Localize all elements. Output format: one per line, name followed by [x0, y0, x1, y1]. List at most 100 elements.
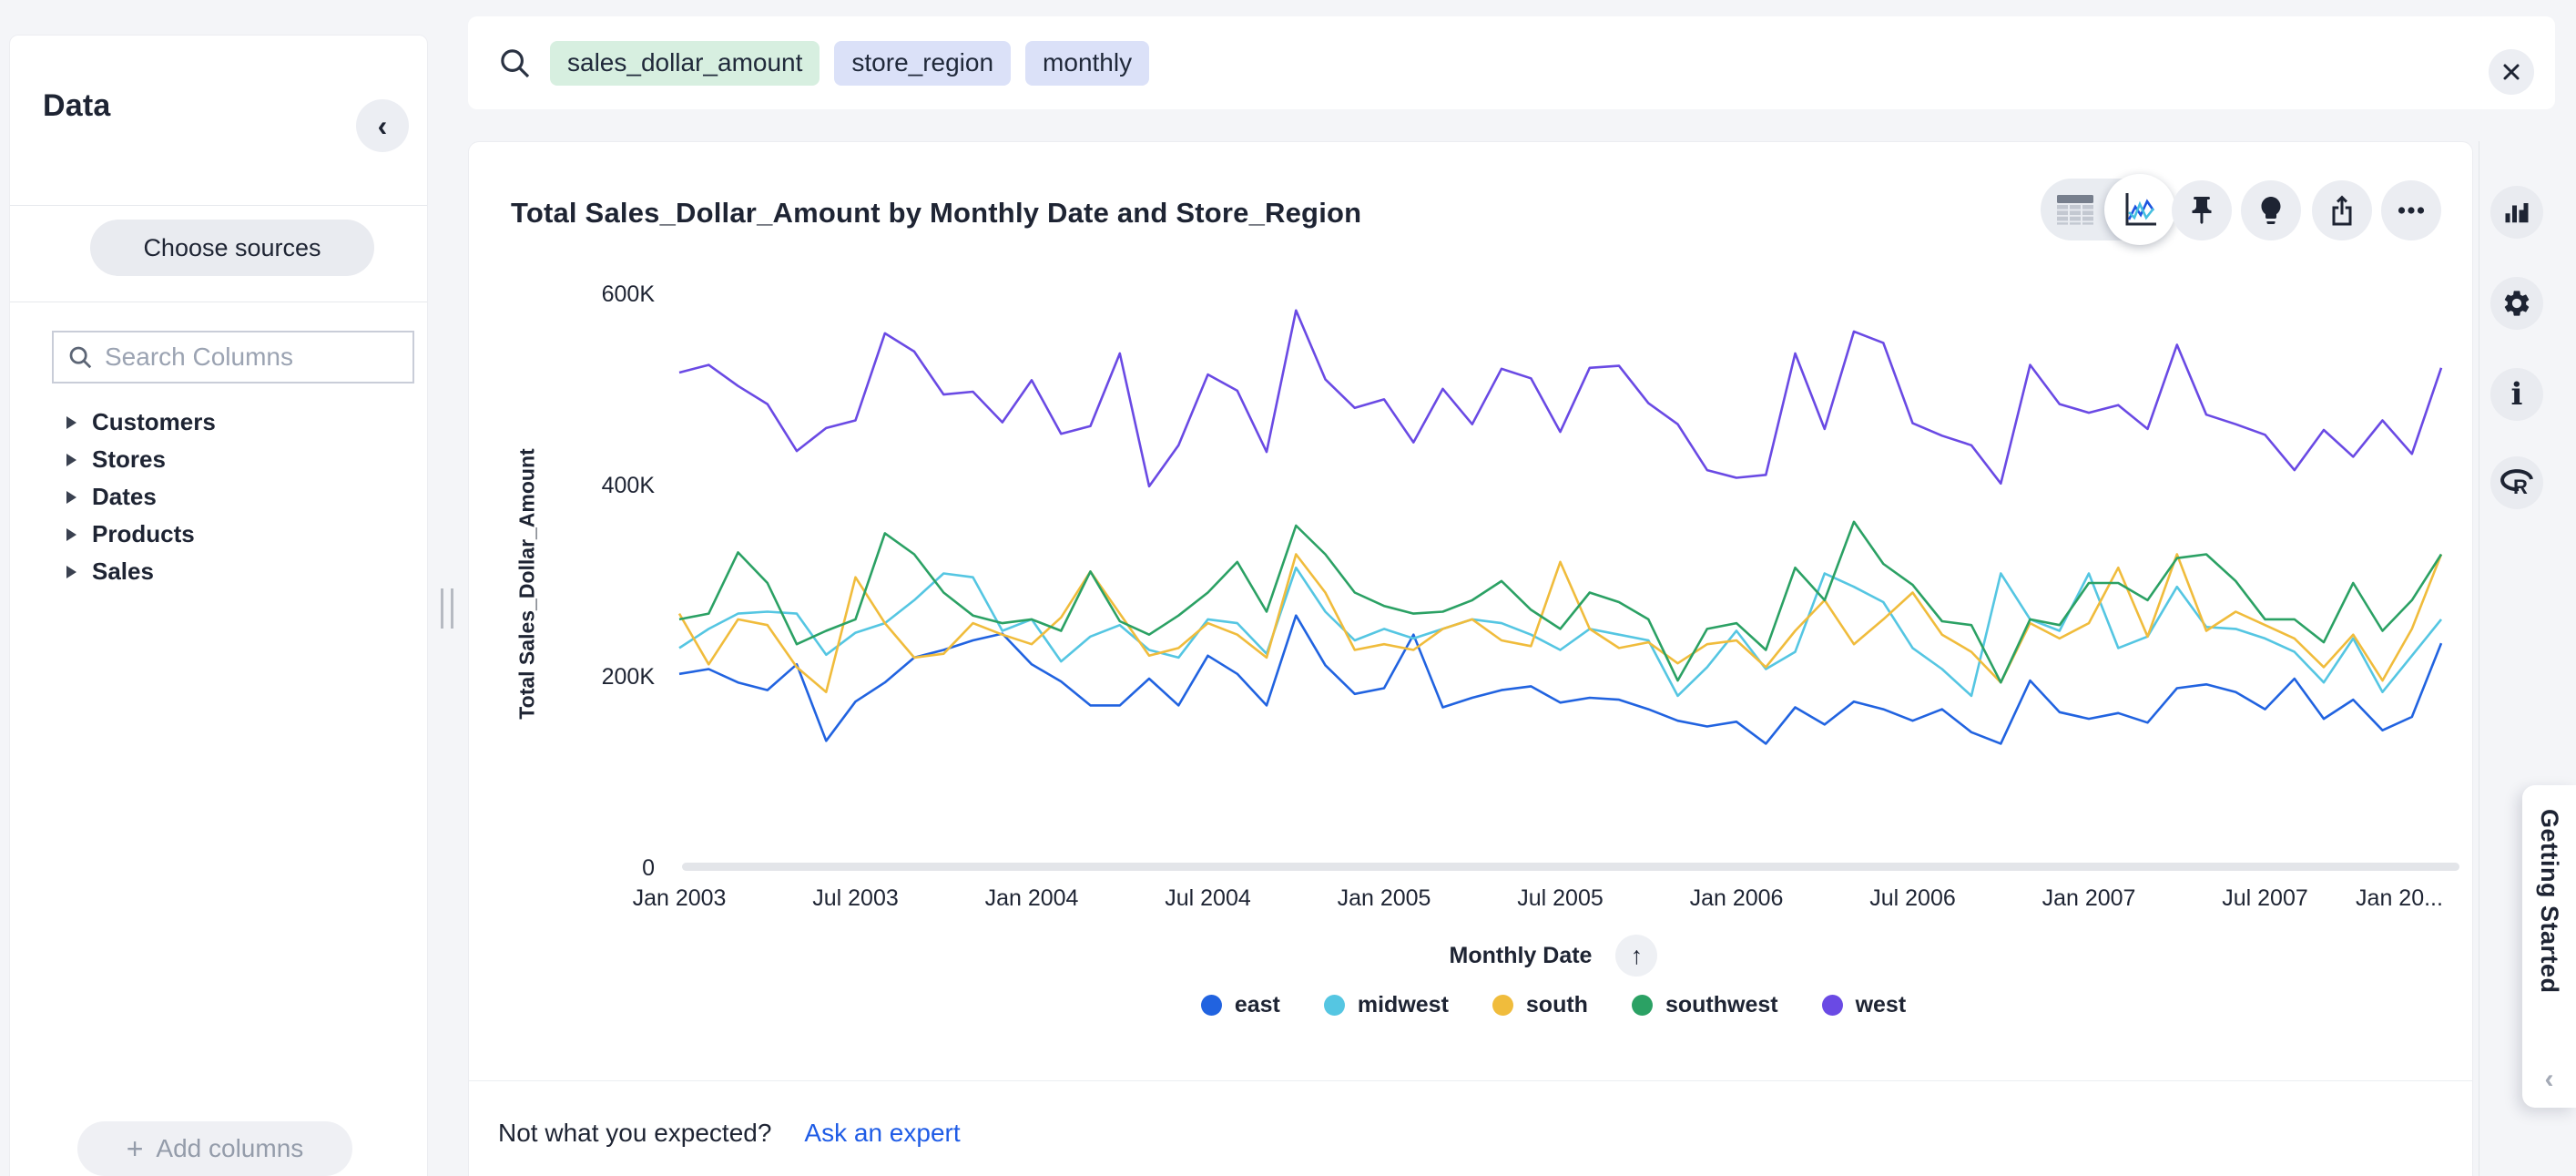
view-toggle: [2041, 179, 2166, 240]
legend-dot-icon: [1324, 995, 1345, 1016]
series-line-midwest[interactable]: [679, 568, 2441, 696]
x-axis-label-row: Monthly Date ↑: [638, 933, 2469, 978]
sidebar-item-sales[interactable]: Sales: [10, 553, 427, 590]
plus-icon: +: [127, 1134, 144, 1163]
x-tick-label: Jan 20...: [2308, 885, 2490, 912]
footer-question: Not what you expected?: [498, 1119, 771, 1148]
legend-label: southwest: [1665, 992, 1778, 1018]
arrow-up-icon: ↑: [1631, 942, 1644, 970]
legend-dot-icon: [1822, 995, 1843, 1016]
expand-caret-icon[interactable]: [66, 566, 76, 578]
gear-icon: [2501, 288, 2532, 319]
chart-legend: east midwest south southwest west: [638, 984, 2469, 1026]
column-search-input[interactable]: [105, 343, 433, 372]
search-icon: [66, 343, 94, 371]
close-search-button[interactable]: [2489, 49, 2534, 95]
chart-view-icon: [2121, 190, 2159, 229]
chart-config-button[interactable]: [2490, 186, 2543, 239]
legend-dot-icon: [1201, 995, 1222, 1016]
table-view-icon: [2056, 194, 2094, 225]
choose-sources-button[interactable]: Choose sources: [90, 220, 374, 276]
panel-resize-handle[interactable]: [441, 588, 453, 629]
lightbulb-icon: [2255, 194, 2287, 227]
legend-item-southwest[interactable]: southwest: [1632, 992, 1778, 1018]
answer-card: Total Sales_Dollar_Amount by Monthly Dat…: [468, 141, 2473, 1176]
close-icon: [2501, 62, 2521, 82]
table-view-button[interactable]: [2050, 191, 2101, 228]
chevron-left-icon: ‹: [378, 109, 388, 143]
column-tree: Customers Stores Dates Products Sales: [10, 404, 427, 590]
expand-caret-icon[interactable]: [66, 454, 76, 466]
search-token-sales_dollar_amount[interactable]: sales_dollar_amount: [550, 41, 820, 86]
x-axis-title: Monthly Date: [1450, 943, 1593, 969]
table-label: Dates: [92, 483, 157, 511]
legend-label: west: [1856, 992, 1907, 1018]
chart-title: Total Sales_Dollar_Amount by Monthly Dat…: [511, 197, 1361, 230]
legend-item-east[interactable]: east: [1201, 992, 1280, 1018]
divider: [10, 205, 427, 206]
more-ellipsis-icon: [2395, 194, 2428, 227]
chart-view-button[interactable]: [2104, 174, 2175, 245]
info-button[interactable]: i: [2490, 368, 2543, 421]
table-label: Sales: [92, 557, 154, 586]
expand-caret-icon[interactable]: [66, 491, 76, 504]
table-label: Products: [92, 520, 195, 548]
legend-dot-icon: [1492, 995, 1513, 1016]
legend-label: east: [1235, 992, 1280, 1018]
legend-item-midwest[interactable]: midwest: [1324, 992, 1449, 1018]
pin-icon: [2185, 194, 2218, 227]
sidebar-item-products[interactable]: Products: [10, 516, 427, 553]
insights-button[interactable]: [2241, 180, 2301, 240]
app-window: Data ‹ Choose sources Customers Stores Dat…: [0, 0, 2576, 1176]
svg-text:R: R: [2513, 476, 2528, 498]
collapse-panel-button[interactable]: ‹: [356, 99, 409, 152]
pin-button[interactable]: [2172, 180, 2232, 240]
search-bar[interactable]: sales_dollar_amount store_region monthly: [468, 16, 2555, 109]
search-icon: [497, 46, 532, 80]
ask-an-expert-link[interactable]: Ask an expert: [804, 1119, 960, 1148]
sidebar-item-stores[interactable]: Stores: [10, 441, 427, 478]
data-panel-title: Data: [43, 88, 111, 124]
answer-footer: Not what you expected? Ask an expert: [498, 1111, 961, 1155]
series-line-east[interactable]: [679, 616, 2441, 744]
r-analysis-button[interactable]: R: [2490, 456, 2543, 509]
sidebar-item-customers[interactable]: Customers: [10, 404, 427, 441]
bar-chart-icon: [2503, 199, 2530, 226]
legend-label: midwest: [1358, 992, 1449, 1018]
table-label: Customers: [92, 408, 216, 436]
y-tick-label: 0: [524, 855, 655, 882]
x-tick-label: Jul 2005: [1470, 885, 1652, 912]
x-tick-label: Jul 2006: [1822, 885, 2004, 912]
search-token-monthly[interactable]: monthly: [1025, 41, 1149, 86]
getting-started-tab[interactable]: Getting Started ‹: [2522, 785, 2576, 1108]
settings-button[interactable]: [2490, 277, 2543, 330]
legend-dot-icon: [1632, 995, 1653, 1016]
expand-caret-icon[interactable]: [66, 416, 76, 429]
sidebar-item-dates[interactable]: Dates: [10, 478, 427, 516]
line-chart[interactable]: [638, 274, 2469, 894]
chart-horizontal-scrollbar[interactable]: [682, 863, 2459, 871]
x-tick-label: Jan 2006: [1645, 885, 1828, 912]
series-line-southwest[interactable]: [679, 522, 2441, 682]
more-options-button[interactable]: [2381, 180, 2441, 240]
search-tokens: sales_dollar_amount store_region monthly: [550, 41, 1149, 86]
column-search-box[interactable]: [52, 331, 414, 383]
info-icon: i: [2511, 376, 2523, 413]
series-line-west[interactable]: [679, 311, 2441, 486]
getting-started-label: Getting Started: [2535, 809, 2563, 994]
search-token-store_region[interactable]: store_region: [834, 41, 1011, 86]
x-tick-label: Jan 2005: [1293, 885, 1475, 912]
share-icon: [2326, 194, 2358, 227]
add-columns-label: Add columns: [156, 1134, 303, 1163]
x-tick-label: Jul 2003: [765, 885, 947, 912]
chevron-left-icon: ‹: [2545, 1064, 2554, 1095]
add-columns-button[interactable]: + Add columns: [77, 1121, 352, 1176]
r-logo-icon: R: [2499, 467, 2535, 498]
expand-caret-icon[interactable]: [66, 528, 76, 541]
share-button[interactable]: [2312, 180, 2372, 240]
sort-ascending-button[interactable]: ↑: [1615, 935, 1657, 977]
legend-item-south[interactable]: south: [1492, 992, 1588, 1018]
legend-item-west[interactable]: west: [1822, 992, 1907, 1018]
x-tick-label: Jul 2004: [1117, 885, 1299, 912]
y-tick-label: 400K: [524, 473, 655, 499]
